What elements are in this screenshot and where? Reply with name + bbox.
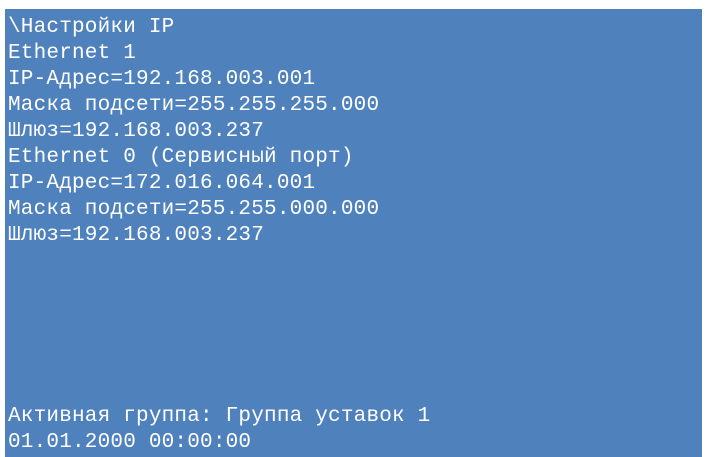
ethernet0-subnet-mask: Маска подсети=255.255.000.000 xyxy=(8,198,380,221)
ethernet1-header: Ethernet 1 xyxy=(8,42,137,65)
active-settings-group-status: Активная группа: Группа уставок 1 xyxy=(8,405,431,428)
ethernet1-ip-address: IP-Адрес=192.168.003.001 xyxy=(8,68,316,91)
ethernet0-gateway: Шлюз=192.168.003.237 xyxy=(8,224,265,247)
ethernet1-subnet-mask: Маска подсети=255.255.255.000 xyxy=(8,94,380,117)
device-datetime: 01.01.2000 00:00:00 xyxy=(8,431,252,454)
ethernet0-ip-address: IP-Адрес=172.016.064.001 xyxy=(8,172,316,195)
ethernet1-gateway: Шлюз=192.168.003.237 xyxy=(8,120,265,143)
device-display-screen: \Настройки IP Ethernet 1 IP-Адрес=192.16… xyxy=(5,9,702,457)
menu-path-title: \Настройки IP xyxy=(8,16,175,39)
ethernet0-header: Ethernet 0 (Сервисный порт) xyxy=(8,146,354,169)
